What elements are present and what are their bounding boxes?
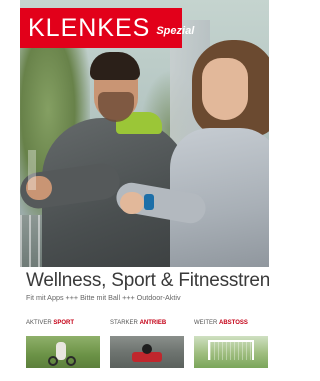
- photo-credit: [28, 150, 36, 190]
- teaser-title: WEITER ABSTOSS: [194, 320, 248, 326]
- cyclist-figure: [56, 342, 66, 360]
- teaser-row: AKTIVER SPORT STARKER ANTRIEB WEITER ABS…: [26, 320, 269, 380]
- bike-wheel: [48, 356, 58, 366]
- man-hair: [90, 52, 140, 80]
- teaser-title: AKTIVER SPORT: [26, 320, 75, 326]
- soccer-goal-photo: [194, 336, 268, 368]
- edition-label: Spezial: [156, 25, 195, 37]
- cover-headline: Wellness, Sport & Fitnesstrends: [26, 270, 269, 291]
- woman-hand: [120, 192, 144, 214]
- teaser-card: STARKER ANTRIEB: [110, 320, 184, 368]
- fitness-watch-icon: [144, 194, 154, 210]
- cover-tagline: Fit mit Apps +++ Bitte mit Ball +++ Outd…: [26, 293, 181, 302]
- bike-wheel: [66, 356, 76, 366]
- cyclist-photo: [26, 336, 100, 368]
- teaser-text: [110, 328, 184, 333]
- driver-helmet: [142, 344, 152, 354]
- go-kart-photo: [110, 336, 184, 368]
- teaser-text: [26, 328, 100, 333]
- cover-photo: KLENKES Spezial: [20, 0, 269, 267]
- woman-face: [202, 58, 248, 120]
- soccer-goal: [208, 340, 254, 360]
- brand-logo: KLENKES: [28, 13, 151, 42]
- teaser-title: STARKER ANTRIEB: [110, 320, 167, 326]
- teaser-card: AKTIVER SPORT: [26, 320, 100, 368]
- magazine-cover: KLENKES Spezial Wellness, Sport & Fitnes…: [20, 0, 269, 381]
- teaser-text: [194, 328, 268, 333]
- masthead: KLENKES Spezial: [20, 8, 194, 48]
- teaser-card: WEITER ABSTOSS: [194, 320, 268, 368]
